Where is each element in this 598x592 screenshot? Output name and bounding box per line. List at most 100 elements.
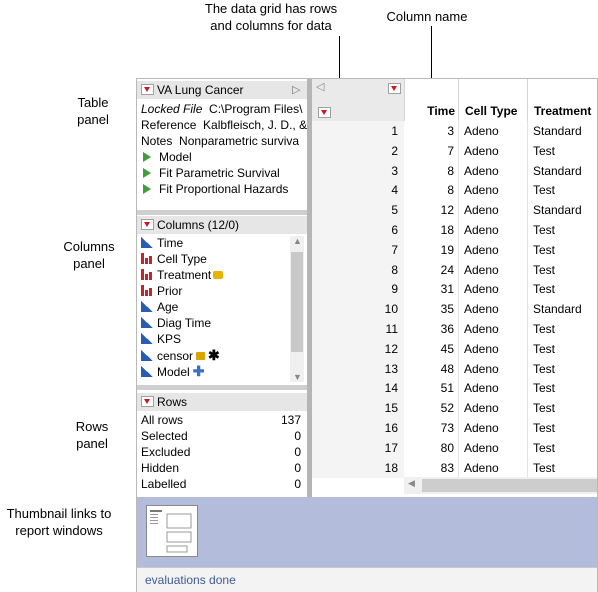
row-number[interactable]: 14: [312, 378, 404, 399]
row-number[interactable]: 3: [312, 160, 404, 181]
column-item-model[interactable]: Model ✚: [141, 363, 204, 380]
table-row[interactable]: 15 52 Adeno Test: [312, 398, 597, 419]
cell-time: 51: [440, 381, 454, 396]
cell-time: 52: [440, 401, 454, 416]
row-number[interactable]: 6: [312, 220, 404, 240]
scrollbar-thumb[interactable]: [291, 252, 303, 352]
table-row[interactable]: 10 35 Adeno Standard: [312, 299, 597, 320]
columns-red-triangle-icon[interactable]: [141, 219, 154, 230]
column-item-age[interactable]: Age: [141, 299, 178, 315]
columns-menu-red-triangle-icon[interactable]: [388, 83, 401, 94]
column-item-treatment[interactable]: Treatment: [141, 267, 224, 283]
grid-horizontal-scrollbar[interactable]: ◀: [404, 477, 597, 494]
scrollbar-thumb[interactable]: [422, 479, 597, 492]
run-script-icon[interactable]: [143, 168, 151, 178]
column-item-censor[interactable]: censor ✱: [141, 347, 220, 364]
table-row[interactable]: 2 7 Adeno Test: [312, 140, 597, 161]
row-number[interactable]: 12: [312, 338, 404, 359]
column-item-cell-type[interactable]: Cell Type: [141, 251, 207, 267]
cell-treatment: Test: [533, 322, 556, 336]
row-number[interactable]: 7: [312, 239, 404, 260]
script-label: Fit Parametric Survival: [159, 166, 280, 180]
cell-cell-type: Adeno: [464, 322, 499, 336]
cell-cell-type: Adeno: [464, 282, 499, 297]
cell-cell-type: Adeno: [464, 203, 499, 218]
columns-scrollbar[interactable]: ▲ ▼: [290, 236, 304, 382]
row-number[interactable]: 17: [312, 437, 404, 458]
report-thumbnail[interactable]: [146, 505, 198, 557]
column-item-prior[interactable]: Prior: [141, 283, 182, 299]
row-number[interactable]: 18: [312, 457, 404, 478]
table-row[interactable]: 12 45 Adeno Test: [312, 338, 597, 359]
cell-cell-type: Adeno: [464, 341, 499, 356]
rows-stat: Selected 0: [141, 429, 301, 443]
script-fit-proportional-hazards[interactable]: Fit Proportional Hazards: [143, 181, 288, 197]
row-number[interactable]: 16: [312, 418, 404, 438]
table-row[interactable]: 14 51 Adeno Test: [312, 378, 597, 399]
table-row[interactable]: 11 36 Adeno Test: [312, 319, 597, 339]
table-title: VA Lung Cancer: [157, 83, 244, 97]
row-number[interactable]: 9: [312, 279, 404, 300]
column-header-cell-type[interactable]: Cell Type: [458, 79, 528, 121]
script-fit-parametric-survival[interactable]: Fit Parametric Survival: [143, 165, 280, 181]
table-row[interactable]: 17 80 Adeno Test: [312, 437, 597, 458]
table-row[interactable]: 18 83 Adeno Test: [312, 457, 597, 478]
cell-cell-type: Adeno: [464, 302, 499, 317]
cell-time: 8: [447, 163, 454, 178]
column-header-time[interactable]: Time: [404, 79, 459, 121]
nominal-icon: [141, 269, 153, 280]
row-number[interactable]: 10: [312, 299, 404, 320]
rows-stat: Hidden 0: [141, 461, 301, 475]
table-row[interactable]: 7 19 Adeno Test: [312, 239, 597, 260]
scroll-down-icon[interactable]: ▼: [293, 372, 302, 382]
table-row[interactable]: 1 3 Adeno Standard: [312, 121, 597, 141]
reference-label: Reference: [141, 118, 197, 132]
cell-time: 45: [440, 341, 454, 356]
collapse-arrow-icon[interactable]: ▷: [292, 81, 300, 99]
row-number[interactable]: 13: [312, 358, 404, 379]
continuous-icon: [141, 350, 153, 361]
reference-row: Reference Kalbfleisch, J. D., &: [141, 117, 307, 133]
column-item-time[interactable]: Time: [141, 235, 183, 251]
row-number[interactable]: 1: [312, 121, 404, 141]
row-number[interactable]: 15: [312, 398, 404, 419]
rows-menu-red-triangle-icon[interactable]: [318, 107, 331, 118]
script-model[interactable]: Model: [143, 149, 192, 165]
continuous-icon: [141, 366, 153, 377]
cell-cell-type: Adeno: [464, 262, 499, 277]
panel-splitter[interactable]: [137, 210, 307, 215]
run-script-icon[interactable]: [143, 152, 151, 162]
row-number[interactable]: 2: [312, 140, 404, 161]
table-row[interactable]: 4 8 Adeno Test: [312, 180, 597, 201]
cell-time: 8: [447, 183, 454, 198]
column-item-diag-time[interactable]: Diag Time: [141, 315, 211, 331]
row-number[interactable]: 8: [312, 259, 404, 280]
left-pane: VA Lung Cancer ▷ Locked File C:\Program …: [137, 79, 307, 497]
cell-time: 12: [440, 203, 454, 218]
row-number[interactable]: 5: [312, 200, 404, 221]
column-label: Treatment: [157, 268, 212, 282]
rows-red-triangle-icon[interactable]: [141, 396, 154, 407]
data-table-window: VA Lung Cancer ▷ Locked File C:\Program …: [136, 78, 598, 592]
rows-stat: All rows 137: [141, 413, 301, 427]
row-number[interactable]: 11: [312, 319, 404, 339]
rows-title: Rows: [157, 395, 188, 409]
table-row[interactable]: 5 12 Adeno Standard: [312, 200, 597, 221]
table-row[interactable]: 6 18 Adeno Test: [312, 220, 597, 240]
column-item-kps[interactable]: KPS: [141, 331, 181, 347]
collapse-left-icon[interactable]: ◁: [316, 80, 324, 93]
scroll-left-icon[interactable]: ◀: [408, 478, 415, 489]
table-row[interactable]: 16 73 Adeno Test: [312, 418, 597, 438]
table-row[interactable]: 3 8 Adeno Standard: [312, 160, 597, 181]
scroll-up-icon[interactable]: ▲: [293, 236, 302, 246]
row-number[interactable]: 4: [312, 180, 404, 201]
table-red-triangle-icon[interactable]: [141, 84, 154, 95]
panel-splitter[interactable]: [137, 385, 307, 390]
column-label: Model: [157, 365, 190, 379]
cell-cell-type: Adeno: [464, 361, 499, 376]
table-row[interactable]: 13 48 Adeno Test: [312, 358, 597, 379]
column-header-treatment[interactable]: Treatment: [527, 79, 597, 121]
run-script-icon[interactable]: [143, 184, 151, 194]
table-row[interactable]: 8 24 Adeno Test: [312, 259, 597, 280]
table-row[interactable]: 9 31 Adeno Test: [312, 279, 597, 300]
